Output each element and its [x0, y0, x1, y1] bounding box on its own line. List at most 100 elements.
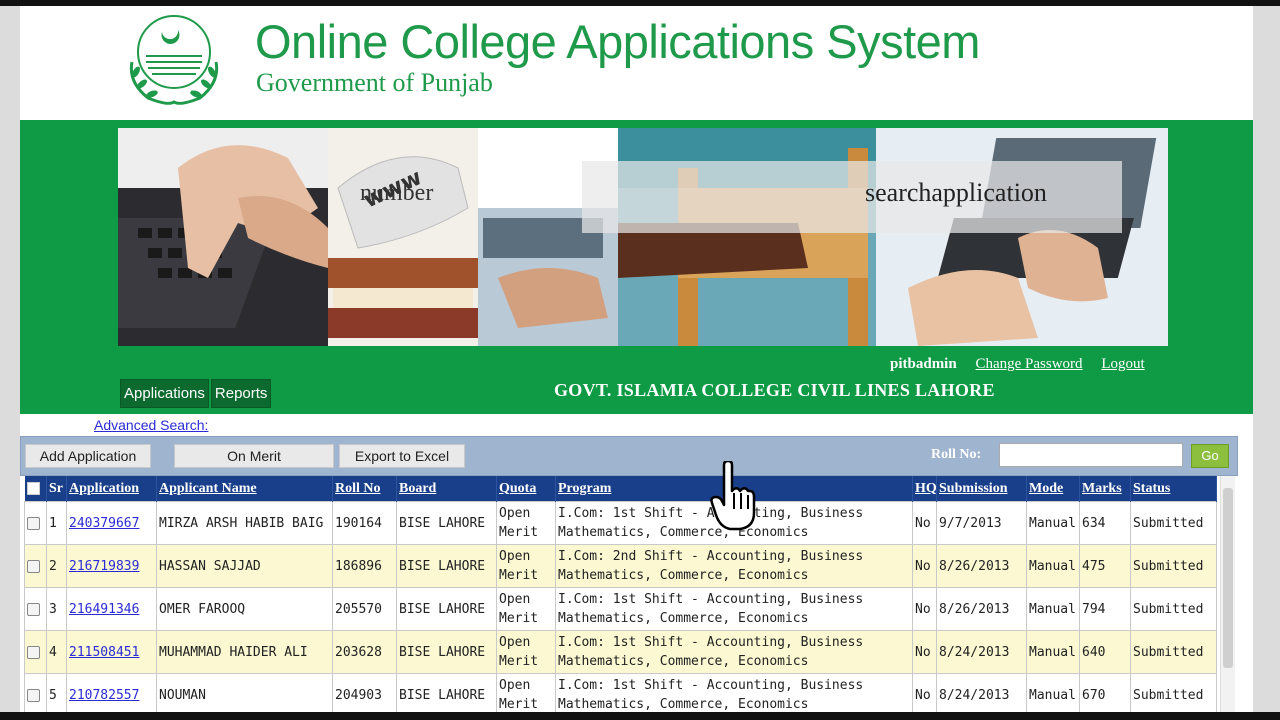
- table-header-row: Sr Application Applicant Name Roll No Bo…: [24, 476, 1217, 502]
- cell-marks: 794: [1079, 587, 1131, 631]
- application-link[interactable]: 216491346: [69, 602, 139, 617]
- cell-submission: 8/26/2013: [936, 544, 1027, 588]
- cell-status: Submitted: [1130, 501, 1217, 545]
- logout-link[interactable]: Logout: [1101, 356, 1144, 372]
- cell-roll-no: 186896: [332, 544, 397, 588]
- cell-sr: 3: [46, 587, 67, 631]
- cell-submission: 9/7/2013: [936, 501, 1027, 545]
- application-link[interactable]: 210782557: [69, 688, 139, 703]
- cell-application: 216491346: [66, 587, 157, 631]
- cell-hq: No: [912, 587, 937, 631]
- col-header-board[interactable]: Board: [396, 476, 497, 502]
- col-header-sr: Sr: [46, 476, 67, 502]
- col-header-application[interactable]: Application: [66, 476, 157, 502]
- cell-hq: No: [912, 501, 937, 545]
- page: Online College Applications System Gover…: [20, 6, 1253, 712]
- row-checkbox[interactable]: [27, 602, 40, 616]
- cell-roll-no: 203628: [332, 630, 397, 674]
- cell-quota: Open Merit: [496, 630, 556, 674]
- cell-mode: Manual: [1026, 501, 1080, 545]
- cell-sr: 4: [46, 630, 67, 674]
- site-header: Online College Applications System Gover…: [20, 6, 1253, 120]
- scrollbar-thumb[interactable]: [1223, 488, 1233, 668]
- application-link[interactable]: 240379667: [69, 516, 139, 531]
- col-header-marks[interactable]: Marks: [1079, 476, 1131, 502]
- change-password-link[interactable]: Change Password: [975, 356, 1082, 372]
- advanced-search-link[interactable]: Advanced Search:: [94, 417, 208, 433]
- user-bar: pitbadmin Change Password Logout: [890, 354, 1145, 373]
- cell-roll-no: 205570: [332, 587, 397, 631]
- cell-board: BISE LAHORE: [396, 673, 497, 712]
- cell-quota: Open Merit: [496, 587, 556, 631]
- overlay-text-number: number: [360, 180, 434, 206]
- cell-submission: 8/24/2013: [936, 673, 1027, 712]
- nav-reports[interactable]: Reports: [210, 379, 272, 408]
- cell-mode: Manual: [1026, 544, 1080, 588]
- application-link[interactable]: 211508451: [69, 645, 139, 660]
- table-row: 5 210782557 NOUMAN 204903 BISE LAHORE Op…: [24, 673, 1217, 712]
- cell-board: BISE LAHORE: [396, 544, 497, 588]
- cell-status: Submitted: [1130, 587, 1217, 631]
- cell-hq: No: [912, 630, 937, 674]
- cell-status: Submitted: [1130, 673, 1217, 712]
- cell-application: 216719839: [66, 544, 157, 588]
- cell-mode: Manual: [1026, 587, 1080, 631]
- table-scrollbar[interactable]: [1220, 476, 1235, 712]
- cell-board: BISE LAHORE: [396, 587, 497, 631]
- roll-no-label: Roll No:: [931, 447, 982, 462]
- row-checkbox-cell: [24, 544, 47, 588]
- roll-no-input[interactable]: [999, 443, 1183, 467]
- cell-hq: No: [912, 544, 937, 588]
- nav-applications[interactable]: Applications: [120, 379, 209, 408]
- export-excel-button[interactable]: Export to Excel: [339, 444, 465, 468]
- cell-marks: 640: [1079, 630, 1131, 674]
- go-button[interactable]: Go: [1191, 444, 1229, 468]
- site-title: Online College Applications System: [255, 15, 980, 68]
- cell-roll-no: 190164: [332, 501, 397, 545]
- row-checkbox-cell: [24, 587, 47, 631]
- row-checkbox-cell: [24, 630, 47, 674]
- cell-applicant-name: NOUMAN: [156, 673, 333, 712]
- punjab-seal-logo: [129, 15, 219, 105]
- row-checkbox[interactable]: [27, 688, 40, 702]
- cell-applicant-name: HASSAN SAJJAD: [156, 544, 333, 588]
- window-bottom-border: [0, 712, 1280, 720]
- cell-application: 240379667: [66, 501, 157, 545]
- cell-marks: 475: [1079, 544, 1131, 588]
- row-checkbox-cell: [24, 501, 47, 545]
- main-nav: Applications Reports: [120, 379, 272, 408]
- table-row: 1 240379667 MIRZA ARSH HABIB BAIG 190164…: [24, 501, 1217, 545]
- cell-applicant-name: MUHAMMAD HAIDER ALI: [156, 630, 333, 674]
- cell-marks: 634: [1079, 501, 1131, 545]
- cell-program: I.Com: 1st Shift - Accounting, Business …: [555, 587, 913, 631]
- col-header-quota[interactable]: Quota: [496, 476, 556, 502]
- table-row: 4 211508451 MUHAMMAD HAIDER ALI 203628 B…: [24, 630, 1217, 674]
- cell-submission: 8/26/2013: [936, 587, 1027, 631]
- col-header-status[interactable]: Status: [1130, 476, 1217, 502]
- cell-quota: Open Merit: [496, 673, 556, 712]
- select-all-checkbox[interactable]: [26, 481, 40, 495]
- on-merit-button[interactable]: On Merit: [174, 444, 334, 468]
- row-checkbox-cell: [24, 673, 47, 712]
- add-application-button[interactable]: Add Application: [25, 444, 151, 468]
- applications-table: Sr Application Applicant Name Roll No Bo…: [24, 476, 1217, 712]
- col-header-hq[interactable]: HQ: [912, 476, 937, 502]
- col-header-mode[interactable]: Mode: [1026, 476, 1080, 502]
- cell-status: Submitted: [1130, 630, 1217, 674]
- username: pitbadmin: [890, 356, 957, 372]
- cell-submission: 8/24/2013: [936, 630, 1027, 674]
- row-checkbox[interactable]: [27, 516, 40, 530]
- cell-sr: 5: [46, 673, 67, 712]
- cell-board: BISE LAHORE: [396, 501, 497, 545]
- col-header-applicant-name[interactable]: Applicant Name: [156, 476, 333, 502]
- col-header-roll-no[interactable]: Roll No: [332, 476, 397, 502]
- row-checkbox[interactable]: [27, 559, 40, 573]
- hand-pointer-cursor: [710, 461, 756, 531]
- col-header-submission[interactable]: Submission: [936, 476, 1027, 502]
- overlay-text-searchapplication: searchapplication: [865, 178, 1047, 207]
- cell-roll-no: 204903: [332, 673, 397, 712]
- row-checkbox[interactable]: [27, 645, 40, 659]
- application-link[interactable]: 216719839: [69, 559, 139, 574]
- cell-sr: 2: [46, 544, 67, 588]
- cell-applicant-name: MIRZA ARSH HABIB BAIG: [156, 501, 333, 545]
